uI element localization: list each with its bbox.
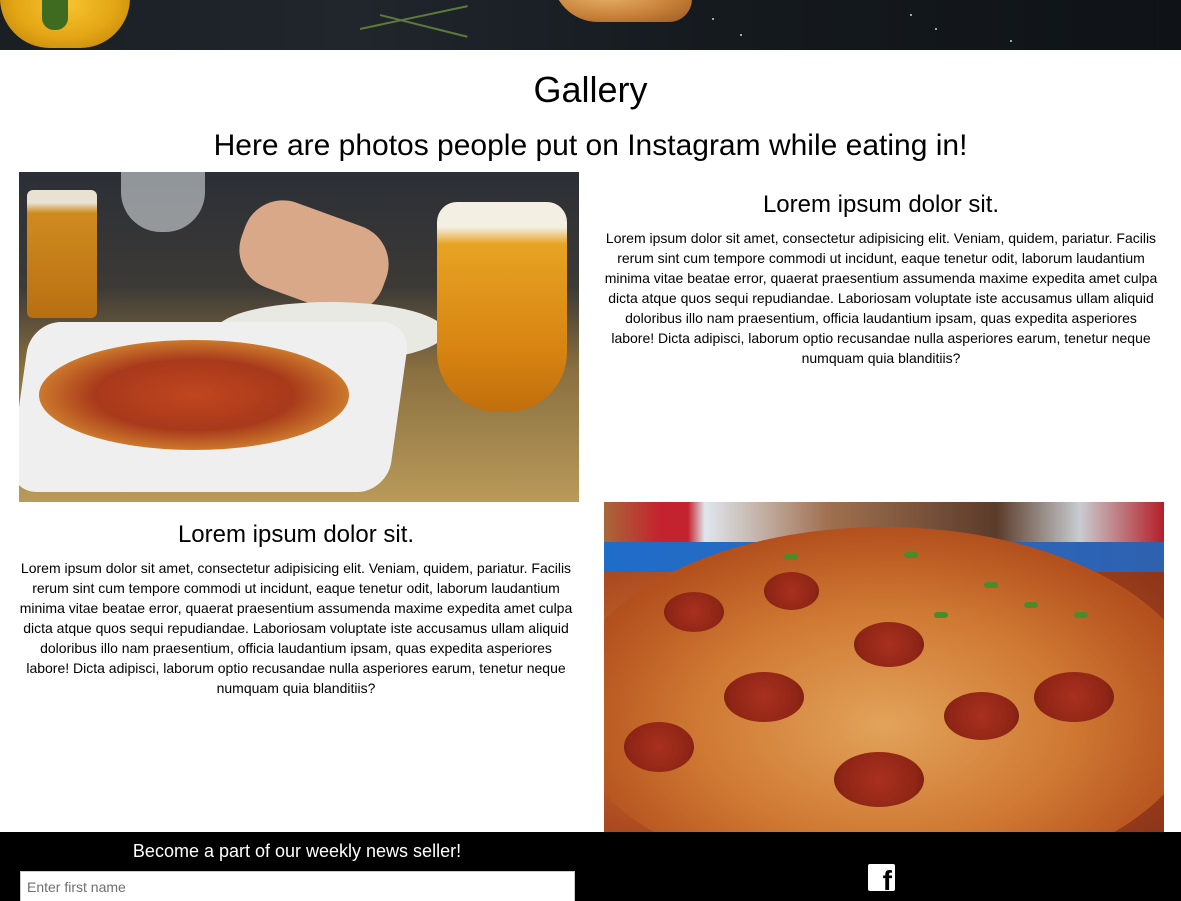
flour-speck bbox=[910, 14, 912, 16]
pasta bbox=[39, 340, 349, 450]
facebook-glyph: f bbox=[882, 865, 892, 896]
pepperoni bbox=[834, 752, 924, 807]
green-pepper bbox=[984, 582, 998, 588]
card-heading: Lorem ipsum dolor sit. bbox=[762, 191, 1000, 218]
newsletter-title: Become a part of our weekly news seller! bbox=[132, 841, 462, 861]
beer-glass-small bbox=[27, 190, 97, 318]
dining-table-photo bbox=[19, 172, 579, 502]
first-name-input[interactable] bbox=[20, 871, 575, 901]
green-pepper bbox=[904, 552, 918, 558]
green-pepper bbox=[934, 612, 948, 618]
pepperoni bbox=[724, 672, 804, 722]
pepper-stem bbox=[42, 0, 68, 30]
pepperoni bbox=[944, 692, 1019, 740]
herb-image bbox=[379, 14, 468, 38]
pepperoni bbox=[624, 722, 694, 772]
hero-banner-image bbox=[0, 0, 1181, 50]
facebook-icon[interactable]: f bbox=[868, 864, 895, 895]
flour-speck bbox=[740, 34, 742, 36]
card-body-text: Lorem ipsum dolor sit amet, consectetur … bbox=[604, 230, 1158, 366]
beer-glass bbox=[437, 202, 567, 412]
pepperoni bbox=[854, 622, 924, 667]
green-pepper bbox=[1074, 612, 1088, 618]
card-body-text: Lorem ipsum dolor sit amet, consectetur … bbox=[19, 560, 573, 696]
flour-speck bbox=[712, 18, 714, 20]
page-subtitle: Here are photos people put on Instagram … bbox=[213, 129, 968, 162]
green-pepper bbox=[1024, 602, 1038, 608]
pizza-slice-image bbox=[552, 0, 692, 22]
flour-speck bbox=[935, 28, 937, 30]
card-heading: Lorem ipsum dolor sit. bbox=[177, 521, 415, 548]
herb-image bbox=[359, 5, 468, 30]
pizza-photo bbox=[604, 502, 1164, 832]
page-title: Gallery bbox=[533, 69, 648, 110]
pepperoni bbox=[664, 592, 724, 632]
flour-speck bbox=[1010, 40, 1012, 42]
wine-glass bbox=[121, 172, 205, 232]
pepperoni bbox=[1034, 672, 1114, 722]
pepperoni bbox=[764, 572, 819, 610]
green-pepper bbox=[784, 554, 798, 560]
